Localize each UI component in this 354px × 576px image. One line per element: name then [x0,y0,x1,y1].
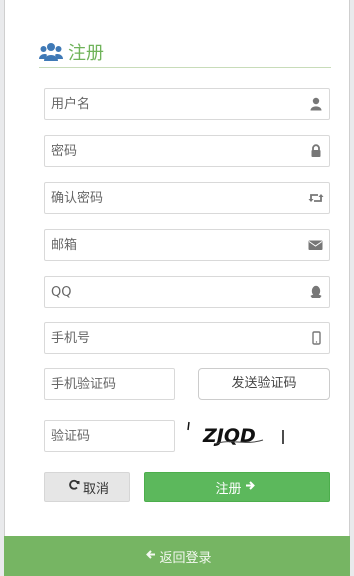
refresh-icon [68,479,80,495]
captcha-field-wrapper [44,420,175,452]
password-input[interactable] [45,136,329,166]
captcha-input[interactable] [45,421,174,451]
register-panel: 注册 用户名 邮箱 QQ 手机号 手机验证码 发送验证码 验证码 ZJQD 取消… [4,0,350,576]
envelope-icon [308,238,323,252]
back-to-login-link[interactable]: 返回登录 [4,536,350,576]
lock-icon [309,144,323,158]
phone-input[interactable] [45,323,329,353]
cancel-label: 取消 [82,481,109,497]
captcha-image[interactable]: ZJQD [185,418,295,452]
qq-field-wrapper [44,276,330,308]
sms-code-input[interactable] [45,369,174,399]
email-input[interactable] [45,230,329,260]
sms-code-field-wrapper [44,368,175,400]
username-input[interactable] [45,89,329,119]
username-field-wrapper [44,88,330,120]
page-title: 注册 [68,42,104,64]
back-to-login-label: 返回登录 [159,550,212,566]
password-field-wrapper [44,135,330,167]
qq-input[interactable] [45,277,329,307]
register-header: 注册 [39,36,331,68]
mobile-icon [309,331,323,345]
arrow-left-icon [145,549,156,564]
cancel-button[interactable]: 取消 [44,472,130,502]
register-label: 注册 [215,481,242,497]
register-button[interactable]: 注册 [144,472,330,502]
email-field-wrapper [44,229,330,261]
confirm-password-input[interactable] [45,183,329,213]
user-icon [309,97,323,111]
captcha-text: ZJQD [202,425,256,447]
users-icon [39,42,63,62]
retweet-icon [308,191,324,205]
phone-field-wrapper [44,322,330,354]
qq-icon [309,285,323,299]
send-code-button[interactable]: 发送验证码 [198,368,330,400]
arrow-right-icon [245,480,256,495]
confirm-password-field-wrapper [44,182,330,214]
